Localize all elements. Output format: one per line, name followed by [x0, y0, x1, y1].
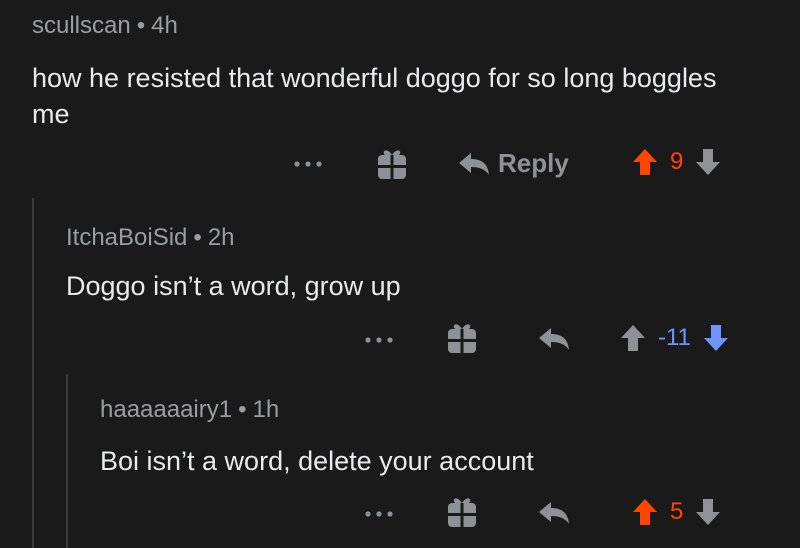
more-options-icon[interactable] — [364, 335, 394, 345]
reply-button[interactable]: Reply — [458, 148, 569, 179]
vote-controls: 5 — [632, 498, 721, 526]
more-options-icon[interactable] — [293, 159, 323, 169]
comment-meta: haaaaaairy1 • 1h — [100, 396, 279, 424]
comment-time: 2h — [207, 224, 235, 251]
vote-score: -11 — [658, 324, 691, 351]
comment-meta: scullscan • 4h — [32, 12, 178, 40]
more-options-icon[interactable] — [364, 509, 394, 519]
comment-time: 1h — [252, 396, 280, 423]
comment-body: how he resisted that wonderful doggo for… — [32, 63, 717, 129]
reply-arrow-icon[interactable] — [538, 500, 570, 526]
vote-score: 5 — [670, 498, 684, 525]
comment-body: Doggo isn’t a word, grow up — [66, 271, 401, 301]
comment-meta: ItchaBoiSid • 2h — [66, 224, 235, 252]
comment-time: 4h — [151, 12, 178, 39]
meta-separator: • — [193, 224, 202, 251]
reply-arrow-icon[interactable] — [538, 326, 570, 352]
reply-label: Reply — [498, 148, 569, 178]
upvote-arrow-icon[interactable] — [632, 498, 658, 526]
meta-separator: • — [136, 12, 146, 39]
thread-line-level-2 — [66, 374, 68, 548]
thread-line-level-1 — [32, 198, 34, 548]
downvote-arrow-icon[interactable] — [695, 148, 721, 176]
meta-separator: • — [238, 396, 247, 423]
gift-award-icon[interactable] — [447, 322, 477, 354]
upvote-arrow-icon[interactable] — [620, 324, 646, 352]
reply-arrow-icon — [459, 152, 489, 175]
comment-body: Boi isn’t a word, delete your account — [100, 446, 534, 476]
comment-author[interactable]: ItchaBoiSid — [66, 224, 187, 251]
downvote-arrow-icon[interactable] — [703, 324, 729, 352]
vote-controls: 9 — [632, 148, 721, 176]
upvote-arrow-icon[interactable] — [632, 148, 658, 176]
vote-score: 9 — [670, 148, 684, 175]
downvote-arrow-icon[interactable] — [695, 498, 721, 526]
comment-author[interactable]: scullscan — [32, 12, 131, 39]
gift-award-icon[interactable] — [377, 148, 407, 180]
vote-controls: -11 — [620, 324, 729, 352]
gift-award-icon[interactable] — [447, 496, 477, 528]
comment-author[interactable]: haaaaaairy1 — [100, 396, 232, 423]
